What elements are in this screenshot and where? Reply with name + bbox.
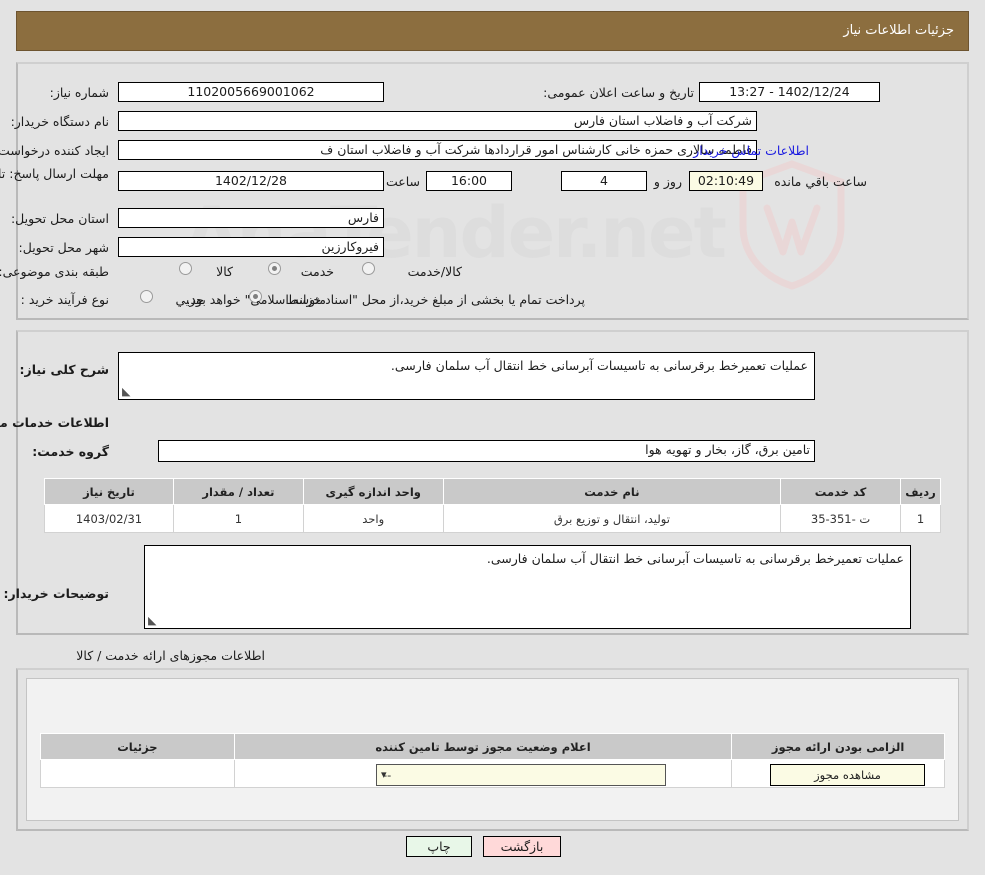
page-title: جزئیات اطلاعات نیاز [843, 23, 954, 38]
deadline-date-field[interactable]: 1402/12/28 [118, 171, 384, 191]
chevron-down-icon: ▾ [381, 768, 387, 781]
col-service-code: کد خدمت [780, 478, 902, 505]
col-permit-details: جزئیات [40, 733, 235, 760]
radio-process-jozi[interactable] [140, 290, 153, 303]
announce-datetime-field[interactable]: 1402/12/24 - 13:27 [699, 82, 880, 102]
permit-status-select[interactable]: ▾ -- [376, 764, 666, 786]
col-permit-status: اعلام وضعیت مجوز توسط تامین کننده [233, 733, 733, 760]
services-table: ردیف کد خدمت نام خدمت واحد اندازه گیری ت… [44, 478, 941, 533]
radio-category-kala[interactable] [179, 262, 192, 275]
view-permit-button[interactable]: مشاهده مجوز [770, 764, 925, 786]
cell-unit: واحد [302, 504, 444, 533]
buyer-contact-link[interactable]: اطلاعات تماس خریدار [693, 143, 809, 158]
cell-need-date: 1403/02/31 [44, 504, 174, 533]
announce-datetime-label: تاریخ و ساعت اعلان عمومی: [543, 85, 694, 100]
print-button[interactable]: چاپ [406, 836, 472, 857]
need-desc-text: عملیات تعمیرخط برقرسانی به تاسیسات آبرسا… [390, 358, 808, 373]
radio-category-khedmat-label: خدمت [300, 264, 334, 279]
col-need-date: تاریخ نیاز [44, 478, 174, 505]
need-desc-textarea[interactable]: عملیات تعمیرخط برقرسانی به تاسیسات آبرسا… [118, 352, 815, 400]
buyer-notes-textarea[interactable]: عملیات تعمیرخط برقرسانی به تاسیسات آبرسا… [144, 545, 911, 629]
radio-category-khedmat[interactable] [268, 262, 281, 275]
permits-section-title: اطلاعات مجوزهای ارائه خدمت / کالا [76, 648, 265, 663]
cell-service-code: ت -351-35 [780, 504, 902, 533]
remaining-days-label: روز و [653, 174, 682, 189]
service-group-field[interactable]: تامین برق، گاز، بخار و تهویه هوا [158, 440, 815, 462]
deadline-hour-label: ساعت [385, 174, 420, 189]
delivery-city-label: شهر محل تحویل: [18, 240, 109, 255]
col-permit-required: الزامی بودن ارائه مجوز [731, 733, 945, 760]
col-unit: واحد اندازه گیری [302, 478, 444, 505]
col-quantity: تعداد / مقدار [172, 478, 304, 505]
cell-radif: 1 [900, 504, 941, 533]
cell-service-name: تولید، انتقال و توزیع برق [442, 504, 782, 533]
treasury-note: پرداخت تمام یا بخشی از مبلغ خرید،از محل … [186, 292, 585, 307]
request-creator-field[interactable]: فاطمه سالاری حمزه خانی کارشناس امور قرار… [118, 140, 757, 160]
services-table-header-row: ردیف کد خدمت نام خدمت واحد اندازه گیری ت… [44, 478, 941, 505]
cell-quantity: 1 [172, 504, 304, 533]
radio-category-kala-khedmat-label: کالا/خدمت [407, 264, 462, 279]
category-label: طبقه بندی موضوعی: [0, 264, 109, 279]
buyer-notes-text: عملیات تعمیرخط برقرسانی به تاسیسات آبرسا… [486, 551, 904, 566]
back-button[interactable]: بازگشت [483, 836, 561, 857]
services-info-title: اطلاعات خدمات مورد نیاز [0, 415, 109, 430]
buyer-notes-label: توضیحات خریدار: [3, 586, 109, 601]
page-root: AnaTender.net جزئیات اطلاعات نیاز شماره … [0, 0, 985, 875]
buyer-org-field[interactable]: شرکت آب و فاضلاب استان فارس [118, 111, 757, 131]
resize-grip-icon[interactable]: ◢ [148, 614, 158, 627]
resize-grip-icon[interactable]: ◢ [122, 385, 132, 398]
need-desc-label: شرح کلی نیاز: [19, 362, 109, 377]
col-radif: ردیف [900, 478, 941, 505]
page-title-bar: جزئیات اطلاعات نیاز [16, 11, 969, 51]
delivery-province-label: استان محل تحویل: [10, 211, 109, 226]
need-number-label: شماره نیاز: [49, 85, 109, 100]
table-row: 1 ت -351-35 تولید، انتقال و توزیع برق وا… [44, 504, 941, 533]
radio-category-kala-label: کالا [216, 264, 233, 279]
radio-category-kala-khedmat[interactable] [362, 262, 375, 275]
col-service-name: نام خدمت [442, 478, 782, 505]
request-creator-label: ایجاد کننده درخواست: [0, 143, 109, 158]
permits-table-header-row: الزامی بودن ارائه مجوز اعلام وضعیت مجوز … [40, 733, 945, 760]
cell-permit-details [40, 759, 235, 788]
buyer-org-label: نام دستگاه خریدار: [10, 114, 109, 129]
deadline-hour-field[interactable]: 16:00 [426, 171, 512, 191]
countdown-label: ساعت باقي مانده [774, 174, 867, 189]
deadline-label: مهلت ارسال پاسخ: تا تاریخ: [0, 166, 109, 181]
purchase-process-label: نوع فرآیند خرید : [20, 292, 109, 307]
remaining-days-field[interactable]: 4 [561, 171, 647, 191]
need-number-field[interactable]: 1102005669001062 [118, 82, 384, 102]
service-group-label: گروه خدمت: [32, 444, 109, 459]
delivery-city-field[interactable]: فیروکارزین [118, 237, 384, 257]
delivery-province-field[interactable]: فارس [118, 208, 384, 228]
countdown-field: 02:10:49 [689, 171, 763, 191]
